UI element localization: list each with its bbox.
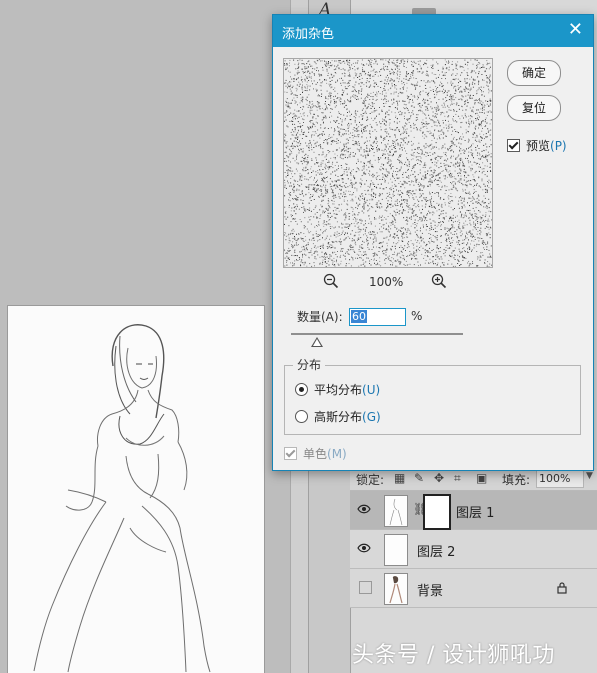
uniform-radio[interactable]: 平均分布(U) bbox=[295, 381, 380, 398]
amount-label: 数量(A): bbox=[297, 310, 343, 324]
fill-label: 填充: bbox=[502, 473, 531, 487]
uniform-radio-button[interactable] bbox=[295, 383, 308, 396]
chevron-down-icon[interactable]: ▼ bbox=[586, 471, 593, 481]
document-canvas[interactable] bbox=[8, 306, 264, 673]
fill-input[interactable]: 100% bbox=[536, 470, 584, 488]
eye-icon[interactable] bbox=[357, 543, 371, 553]
lock-position-icon[interactable]: ✥ bbox=[434, 471, 444, 485]
zoom-level: 100% bbox=[369, 275, 404, 289]
amount-slider-track[interactable] bbox=[291, 333, 463, 335]
layer-name[interactable]: 背景 bbox=[417, 580, 443, 599]
distribution-label: 分布 bbox=[293, 356, 326, 373]
layer-name[interactable]: 图层 1 bbox=[456, 502, 494, 521]
dialog-title: 添加杂色 bbox=[282, 27, 335, 42]
gaussian-label: 高斯分布 bbox=[314, 410, 363, 424]
lock-brush-icon[interactable]: ✎ bbox=[414, 471, 424, 485]
amount-input[interactable]: 60 bbox=[349, 308, 406, 326]
layer-thumbnail bbox=[384, 573, 408, 605]
lock-all-icon[interactable]: ▣ bbox=[476, 471, 487, 485]
layer-row-1[interactable]: ⛓ 图层 1 bbox=[350, 491, 597, 530]
zoom-in-icon[interactable] bbox=[431, 273, 447, 289]
monochrome-label: 单色 bbox=[303, 447, 328, 461]
layer-row-background[interactable]: 背景 bbox=[350, 569, 597, 608]
sketch-image bbox=[33, 324, 211, 673]
monochrome-checkbox-box[interactable] bbox=[284, 447, 297, 460]
monochrome-checkbox[interactable]: 单色(M) bbox=[284, 445, 347, 462]
monochrome-shortcut: (M) bbox=[327, 447, 347, 461]
lock-artboard-icon[interactable]: ⌗ bbox=[454, 471, 461, 486]
dialog-title-bar[interactable]: 添加杂色 ✕ bbox=[273, 15, 593, 47]
gaussian-radio-button[interactable] bbox=[295, 410, 308, 423]
close-icon[interactable]: ✕ bbox=[568, 20, 583, 40]
preview-checkbox-box[interactable] bbox=[507, 139, 520, 152]
layer-mask-thumbnail[interactable] bbox=[423, 494, 451, 530]
visibility-toggle[interactable] bbox=[359, 581, 372, 594]
layer-thumbnail bbox=[384, 495, 408, 527]
lock-fill-row: 锁定: ▦ ✎ ✥ ⌗ ▣ 填充: 100% ▼ bbox=[350, 468, 597, 491]
add-noise-dialog: 添加杂色 ✕ 100% 确定 复位 预览(P) 数量(A): 60 % 分布 平… bbox=[272, 14, 594, 471]
layer-thumbnail bbox=[384, 534, 408, 566]
eye-icon[interactable] bbox=[357, 504, 371, 514]
amount-slider-thumb[interactable] bbox=[310, 337, 323, 347]
amount-unit: % bbox=[411, 309, 423, 323]
amount-value[interactable]: 60 bbox=[351, 310, 367, 323]
preview-label: 预览 bbox=[526, 139, 551, 153]
layer-row-2[interactable]: 图层 2 bbox=[350, 530, 597, 569]
noise-preview[interactable] bbox=[283, 58, 493, 268]
reset-button[interactable]: 复位 bbox=[507, 95, 561, 121]
preview-shortcut: (P) bbox=[550, 139, 567, 153]
uniform-shortcut: (U) bbox=[362, 383, 381, 397]
zoom-controls: 100% bbox=[323, 273, 453, 291]
preview-checkbox[interactable]: 预览(P) bbox=[507, 137, 567, 154]
lock-icon bbox=[557, 582, 567, 594]
watermark-text: 头条号 / 设计狮吼功 bbox=[352, 643, 555, 668]
lock-transparency-icon[interactable]: ▦ bbox=[394, 471, 405, 485]
noise-preview-image bbox=[284, 59, 492, 267]
gaussian-radio[interactable]: 高斯分布(G) bbox=[295, 408, 381, 425]
layer-name[interactable]: 图层 2 bbox=[417, 541, 455, 560]
lock-label: 锁定: bbox=[356, 473, 385, 487]
uniform-label: 平均分布 bbox=[314, 383, 363, 397]
gaussian-shortcut: (G) bbox=[362, 410, 381, 424]
zoom-out-icon[interactable] bbox=[323, 273, 339, 289]
ok-button[interactable]: 确定 bbox=[507, 60, 561, 86]
